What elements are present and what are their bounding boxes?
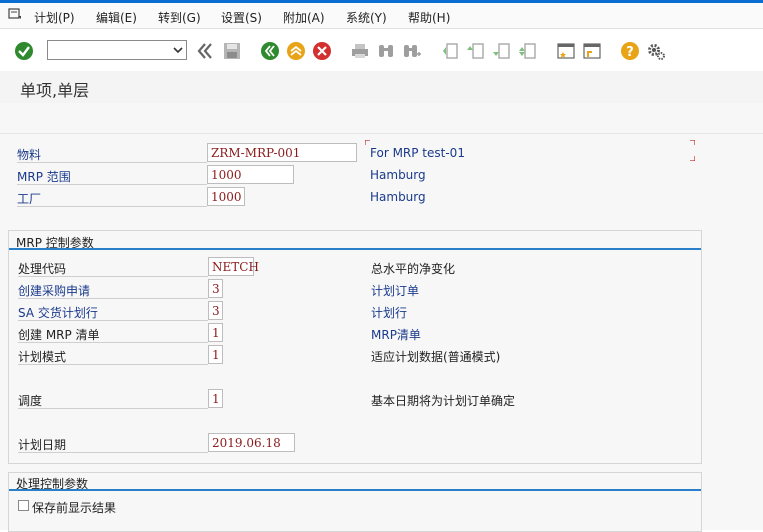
menu-bar: 计划(P) 编辑(E) 转到(G) 设置(S) 附加(A) 系统(Y) 帮助(H… bbox=[0, 3, 763, 29]
new-session-icon[interactable] bbox=[556, 41, 576, 61]
create-pr-label: 创建采购申请 bbox=[18, 284, 91, 298]
mrp-area-label: MRP 范围 bbox=[17, 170, 71, 184]
save-before-display-checkbox[interactable] bbox=[18, 500, 29, 511]
last-page-icon[interactable] bbox=[518, 41, 538, 61]
menu-item-help[interactable]: 帮助(H) bbox=[408, 9, 450, 26]
mrp-area-description: Hamburg bbox=[370, 168, 426, 182]
material-desc-corner-br bbox=[690, 156, 695, 161]
processing-key-description: 总水平的净变化 bbox=[371, 262, 456, 276]
help-icon[interactable]: ? bbox=[620, 41, 640, 61]
find-next-icon[interactable] bbox=[402, 41, 422, 61]
plant-label: 工厂 bbox=[17, 192, 42, 206]
processing-key-label: 处理代码 bbox=[18, 262, 67, 276]
process-control-group: 处理控制参数 保存前显示结果 bbox=[8, 472, 702, 532]
material-description: For MRP test-01 bbox=[370, 146, 465, 160]
svg-text:?: ? bbox=[626, 45, 634, 60]
menu-item-settings[interactable]: 设置(S) bbox=[221, 9, 262, 26]
create-mrp-list-field[interactable]: 1 bbox=[208, 323, 223, 342]
scheduling-label-underline bbox=[18, 408, 208, 409]
plant-description: Hamburg bbox=[370, 190, 426, 204]
mrp-area-label-underline bbox=[17, 184, 207, 185]
material-desc-corner-tr bbox=[690, 140, 695, 145]
create-mrp-list-label-underline bbox=[18, 342, 208, 343]
confirm-check-icon[interactable] bbox=[14, 41, 34, 61]
planning-mode-description: 适应计划数据(普通模式) bbox=[371, 350, 501, 364]
menu-item-system[interactable]: 系统(Y) bbox=[346, 9, 387, 26]
first-page-icon[interactable] bbox=[440, 41, 460, 61]
sa-schedule-field[interactable]: 3 bbox=[208, 301, 223, 320]
create-mrp-list-description: MRP清单 bbox=[371, 328, 421, 342]
processing-key-label-underline bbox=[18, 276, 208, 277]
previous-page-icon[interactable] bbox=[466, 41, 486, 61]
exit-icon[interactable] bbox=[286, 41, 306, 61]
mrp-area-field[interactable]: 1000 bbox=[207, 165, 294, 184]
plant-field[interactable]: 1000 bbox=[207, 187, 245, 206]
plant-label-underline bbox=[17, 206, 207, 207]
sa-schedule-description: 计划行 bbox=[371, 306, 408, 320]
scheduling-label: 调度 bbox=[18, 394, 43, 408]
chevron-down-icon[interactable] bbox=[173, 45, 183, 55]
application-toolbar bbox=[0, 103, 763, 134]
processing-key-field[interactable]: NETCH bbox=[208, 257, 259, 276]
scheduling-field[interactable]: 1 bbox=[208, 389, 223, 408]
material-desc-corner-tl bbox=[365, 140, 370, 145]
material-label-underline bbox=[17, 162, 207, 163]
menu-item-plan[interactable]: 计划(P) bbox=[34, 9, 75, 26]
planning-mode-label-underline bbox=[18, 364, 208, 365]
gear-icon[interactable] bbox=[646, 41, 666, 61]
menu-item-extras[interactable]: 附加(A) bbox=[283, 9, 325, 26]
planning-mode-label: 计划模式 bbox=[18, 350, 67, 364]
planning-date-label-underline bbox=[18, 452, 208, 453]
create-pr-field[interactable]: 3 bbox=[208, 279, 223, 298]
create-pr-label-underline bbox=[18, 298, 208, 299]
shortcut-icon[interactable] bbox=[582, 41, 602, 61]
planning-date-field[interactable]: 2019.06.18 bbox=[208, 433, 295, 452]
sa-schedule-label-underline bbox=[18, 320, 208, 321]
create-pr-description: 计划订单 bbox=[371, 284, 420, 298]
create-mrp-list-label: 创建 MRP 清单 bbox=[18, 328, 100, 342]
next-page-icon[interactable] bbox=[492, 41, 512, 61]
mrp-control-group-rule bbox=[9, 248, 701, 250]
print-icon[interactable] bbox=[350, 41, 370, 61]
page-title: 单项,单层 bbox=[20, 81, 90, 100]
double-chevron-left-icon[interactable] bbox=[195, 41, 215, 61]
command-field[interactable] bbox=[47, 40, 187, 60]
material-field[interactable]: ZRM-MRP-001 bbox=[207, 143, 357, 162]
mrp-control-group: MRP 控制参数 处理代码 NETCH 总水平的净变化 创建采购申请 3 计划订… bbox=[8, 230, 702, 464]
planning-date-label: 计划日期 bbox=[18, 438, 67, 452]
sa-schedule-label: SA 交货计划行 bbox=[18, 306, 98, 320]
scheduling-description: 基本日期将为计划订单确定 bbox=[371, 394, 516, 408]
save-icon[interactable] bbox=[222, 41, 242, 61]
find-icon[interactable] bbox=[376, 41, 396, 61]
menu-toggle-icon[interactable] bbox=[8, 7, 22, 21]
save-before-display-label: 保存前显示结果 bbox=[32, 501, 117, 515]
process-control-group-rule bbox=[9, 489, 701, 491]
material-label: 物料 bbox=[17, 148, 42, 162]
title-bar: 单项,单层 bbox=[0, 71, 763, 103]
planning-mode-field[interactable]: 1 bbox=[208, 345, 223, 364]
cancel-icon[interactable] bbox=[312, 41, 332, 61]
standard-toolbar: ? bbox=[0, 29, 763, 72]
menu-item-edit[interactable]: 编辑(E) bbox=[96, 9, 137, 26]
menu-item-goto[interactable]: 转到(G) bbox=[158, 9, 201, 26]
content-area: 物料 ZRM-MRP-001 For MRP test-01 MRP 范围 10… bbox=[0, 134, 763, 532]
back-icon[interactable] bbox=[260, 41, 280, 61]
